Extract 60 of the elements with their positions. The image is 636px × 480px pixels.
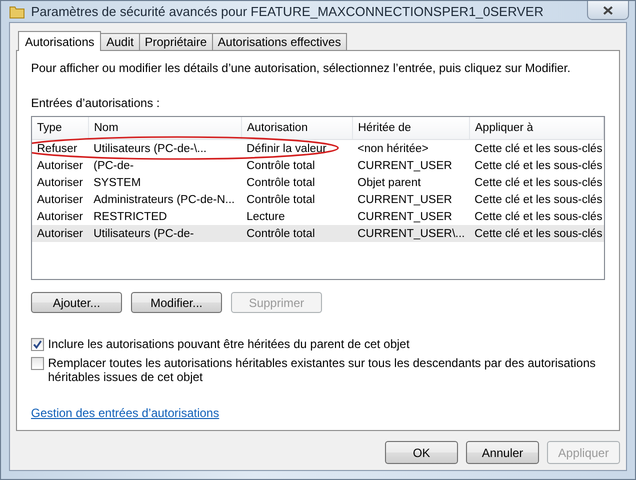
column-header[interactable]: Appliquer à: [470, 117, 604, 140]
column-header[interactable]: Nom: [88, 117, 242, 140]
table-cell: Cette clé et les sous-clés: [474, 176, 602, 188]
tab[interactable]: Audit: [100, 33, 140, 50]
table-row[interactable]: Autoriser SYSTEM Contrôle total Objet parent Cette clé et les sous-clés: [32, 174, 604, 191]
action-button[interactable]: Ajouter...: [31, 292, 122, 313]
folder-icon: [9, 4, 25, 20]
table-cell: Objet parent: [358, 176, 421, 188]
close-button[interactable]: [587, 1, 629, 20]
table-cell: SYSTEM: [94, 176, 141, 188]
table-cell: <non héritée>: [358, 142, 428, 154]
table-cell: Cette clé et les sous-clés: [474, 142, 602, 154]
management-link[interactable]: Gestion des entrées d’autorisations: [31, 406, 220, 420]
tab[interactable]: Propriétaire: [138, 33, 213, 50]
table-cell: Autoriser: [37, 210, 84, 222]
table-cell: Cette clé et les sous-clés: [474, 194, 602, 206]
table-cell: Contrôle total: [246, 194, 315, 206]
table-cell: CURRENT_USER\...: [358, 228, 465, 240]
window-title: Paramètres de sécurité avancés pour FEATURE_MAXCONNECTIONSPER1_0SERVER: [31, 4, 544, 19]
tab[interactable]: Autorisations effectives: [212, 33, 347, 50]
table-cell: Autoriser: [37, 228, 84, 240]
table-row[interactable]: Autoriser (PC-de- Contrôle total CURRENT_USER Cette clé et les sous-clés: [32, 157, 604, 174]
table-cell: CURRENT_USER: [358, 194, 452, 206]
table-cell: CURRENT_USER: [358, 160, 452, 172]
instruction-text: Pour afficher ou modifier les détails d’une autorisation, sélectionnez l’entrée, puis cliquez sur Modifier.: [31, 61, 572, 75]
close-icon: [603, 6, 613, 14]
table-cell: Cette clé et les sous-clés: [474, 228, 602, 240]
checkbox[interactable]: [31, 357, 44, 370]
dialog-button[interactable]: Annuler: [466, 441, 539, 464]
table-row[interactable]: Autoriser RESTRICTED Lecture CURRENT_USER Cette clé et les sous-clés: [32, 208, 604, 225]
table-cell: Contrôle total: [246, 176, 315, 188]
table-row[interactable]: Refuser Utilisateurs (PC-de-\... Définir la valeur <non héritée> Cette clé et les sous-clés: [32, 140, 604, 157]
tab[interactable]: Autorisations: [18, 31, 102, 51]
table-cell: Autoriser: [37, 160, 84, 172]
table-cell: Utilisateurs (PC-de-\...: [94, 142, 207, 154]
table-row[interactable]: Autoriser Administrateurs (PC-de-N... Contrôle total CURRENT_USER Cette clé et les sous-clés: [32, 191, 604, 208]
table-cell: Administrateurs (PC-de-N...: [94, 194, 235, 206]
action-button[interactable]: Modifier...: [131, 292, 222, 313]
column-header[interactable]: Autorisation: [242, 117, 352, 140]
table-label: Entrées d’autorisations :: [31, 96, 161, 110]
table-cell: (PC-de-: [94, 160, 134, 172]
column-header[interactable]: Héritée de: [352, 117, 470, 140]
table-cell: Autoriser: [37, 176, 84, 188]
table-cell: Contrôle total: [246, 228, 315, 240]
table-cell: Contrôle total: [246, 160, 315, 172]
table-cell: Utilisateurs (PC-de-: [94, 228, 194, 240]
dialog-button[interactable]: OK: [385, 441, 458, 464]
checkbox[interactable]: [31, 338, 44, 351]
table-cell: Cette clé et les sous-clés: [474, 210, 602, 222]
table-cell: Autoriser: [37, 194, 84, 206]
table-cell: Cette clé et les sous-clés: [474, 160, 602, 172]
table-cell: Refuser: [37, 142, 78, 154]
checkbox-label: Remplacer toutes les autorisations héritables existantes sur tous les descendants par des autorisations héritables issues de cet objet: [48, 356, 597, 384]
table-cell: Lecture: [246, 210, 285, 222]
table-cell: RESTRICTED: [94, 210, 167, 222]
table-cell: Définir la valeur: [246, 142, 326, 154]
column-header[interactable]: Type: [32, 117, 88, 140]
checkbox-label: Inclure les autorisations pouvant être héritées du parent de cet objet: [48, 337, 411, 351]
table-row[interactable]: Autoriser Utilisateurs (PC-de- Contrôle total CURRENT_USER\... Cette clé et les sous-clés: [32, 225, 604, 242]
table-cell: CURRENT_USER: [358, 210, 452, 222]
